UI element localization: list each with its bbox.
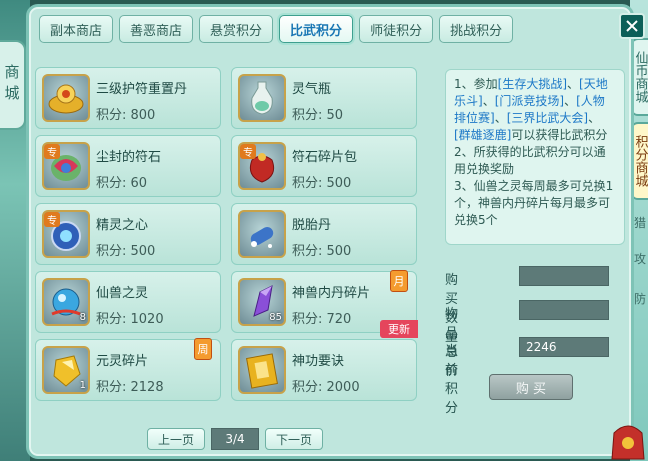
item-count: 1 <box>79 380 86 391</box>
item-name: 元灵碎片 <box>96 354 149 369</box>
spirit-vase-icon <box>238 74 286 122</box>
purple-crystal-icon: 85 <box>238 278 286 326</box>
blue-orb-icon: 8 <box>42 278 90 326</box>
side-label-3: 防 <box>633 292 646 306</box>
updated-tag: 更新 <box>380 320 418 338</box>
tab-mentor-points[interactable]: 师徒积分 <box>359 15 434 43</box>
prev-page-button[interactable]: 上一页 <box>147 428 206 450</box>
tab-challenge-points[interactable]: 挑战积分 <box>439 15 514 43</box>
item-card[interactable]: 脱胎丹 积分: 500 <box>231 203 417 265</box>
monthly-tag: 月 <box>390 270 408 292</box>
item-card[interactable]: 神功要诀 积分: 2000 <box>231 339 417 401</box>
item-card[interactable]: 三级护符重置丹 积分: 800 <box>35 67 221 129</box>
desc-text: 3、仙兽之灵每周最多可兑换1个，神兽内丹碎片每月最多可兑换5个 <box>454 179 614 227</box>
total-value <box>519 300 609 320</box>
item-price: 积分: 60 <box>96 176 148 191</box>
weekly-tag: 周 <box>194 338 212 360</box>
tab-bar: 副本商店 善恶商店 悬赏积分 比武积分 师徒积分 挑战积分 <box>39 15 514 43</box>
side-label-2: 攻 <box>633 252 646 266</box>
item-grid: 三级护符重置丹 积分: 800 灵气瓶 积分: 50 专 尘封的符石 积分: 6… <box>35 67 425 402</box>
spirit-heart-icon: 专 <box>42 210 90 258</box>
item-name: 尘封的符石 <box>96 150 162 165</box>
close-icon <box>626 20 638 32</box>
desc-text: 可以获得比武积分 <box>511 128 608 142</box>
item-name: 三级护符重置丹 <box>96 82 188 97</box>
item-name: 符石碎片包 <box>292 150 358 165</box>
item-name: 灵气瓶 <box>292 82 332 97</box>
exclusive-badge: 专 <box>44 212 60 227</box>
left-tab-mall[interactable]: 商城 <box>0 40 26 130</box>
pill-icon <box>238 210 286 258</box>
item-name: 脱胎丹 <box>292 218 332 233</box>
tab-combat-points[interactable]: 比武积分 <box>279 15 354 43</box>
item-name: 精灵之心 <box>96 218 149 233</box>
tab-karma-shop[interactable]: 善恶商店 <box>119 15 194 43</box>
item-name: 神功要诀 <box>292 354 345 369</box>
item-price: 积分: 1020 <box>96 312 164 327</box>
pagination: 上一页 3/4 下一页 <box>147 428 324 450</box>
item-card[interactable]: 8 仙兽之灵 积分: 1020 <box>35 271 221 333</box>
item-price: 积分: 2128 <box>96 380 164 395</box>
qty-input[interactable] <box>519 266 609 286</box>
item-card[interactable]: 专 尘封的符石 积分: 60 <box>35 135 221 197</box>
item-card[interactable]: 专 精灵之心 积分: 500 <box>35 203 221 265</box>
item-card[interactable]: 专 符石碎片包 积分: 500 <box>231 135 417 197</box>
item-price: 积分: 500 <box>292 244 352 259</box>
item-price: 积分: 500 <box>292 176 352 191</box>
points-value: 2246 <box>519 337 609 357</box>
points-label: 当前积分 <box>445 344 459 416</box>
item-card[interactable]: 1 元灵碎片 积分: 2128 周 <box>35 338 221 401</box>
item-price: 积分: 2000 <box>292 380 360 395</box>
next-page-button[interactable]: 下一页 <box>265 428 324 450</box>
page-indicator: 3/4 <box>211 428 260 450</box>
gold-bowl-icon <box>42 74 90 122</box>
red-pouch-icon: 专 <box>238 142 286 190</box>
exclusive-badge: 专 <box>44 144 60 159</box>
rules-description: 1、参加[生存大挑战]、[天地乐斗]、[门派竞技场]、[人物排位赛]、[三界比武… <box>445 69 625 245</box>
item-price: 积分: 500 <box>96 244 156 259</box>
item-price: 积分: 720 <box>292 312 352 327</box>
item-count: 85 <box>269 312 282 323</box>
item-count: 8 <box>79 312 86 323</box>
item-card[interactable]: 灵气瓶 积分: 50 <box>231 67 417 129</box>
bag-icon[interactable] <box>608 413 648 461</box>
shop-panel: 副本商店 善恶商店 悬赏积分 比武积分 师徒积分 挑战积分 三级护符重置丹 积分… <box>26 4 645 459</box>
link-sect-arena[interactable]: [门派竞技场] <box>495 94 564 108</box>
side-label-1: 猎 <box>633 216 646 230</box>
rune-stone-icon: 专 <box>42 142 90 190</box>
gold-book-icon <box>238 346 286 394</box>
close-button[interactable] <box>619 13 645 39</box>
desc-text: 1、参加 <box>454 77 498 91</box>
item-card[interactable]: 85 神兽内丹碎片 积分: 720 月 更新 <box>231 270 418 338</box>
desc-text: 2、所获得的比武积分可以通用兑换奖励 <box>454 145 606 176</box>
link-qunxiong-zhulu[interactable]: [群雄逐鹿] <box>454 128 511 142</box>
link-survival-challenge[interactable]: [生存大挑战] <box>498 77 567 91</box>
item-price: 积分: 800 <box>96 108 156 123</box>
exclusive-badge: 专 <box>240 144 256 159</box>
item-name: 仙兽之灵 <box>96 286 149 301</box>
tab-dungeon-shop[interactable]: 副本商店 <box>39 15 114 43</box>
buy-button[interactable]: 购 买 <box>489 374 573 400</box>
link-sanjie-tournament[interactable]: [三界比武大会] <box>507 111 588 125</box>
gold-shard-icon: 1 <box>42 346 90 394</box>
item-name: 神兽内丹碎片 <box>292 286 371 301</box>
tab-bounty-points[interactable]: 悬赏积分 <box>199 15 274 43</box>
item-price: 积分: 50 <box>292 108 344 123</box>
